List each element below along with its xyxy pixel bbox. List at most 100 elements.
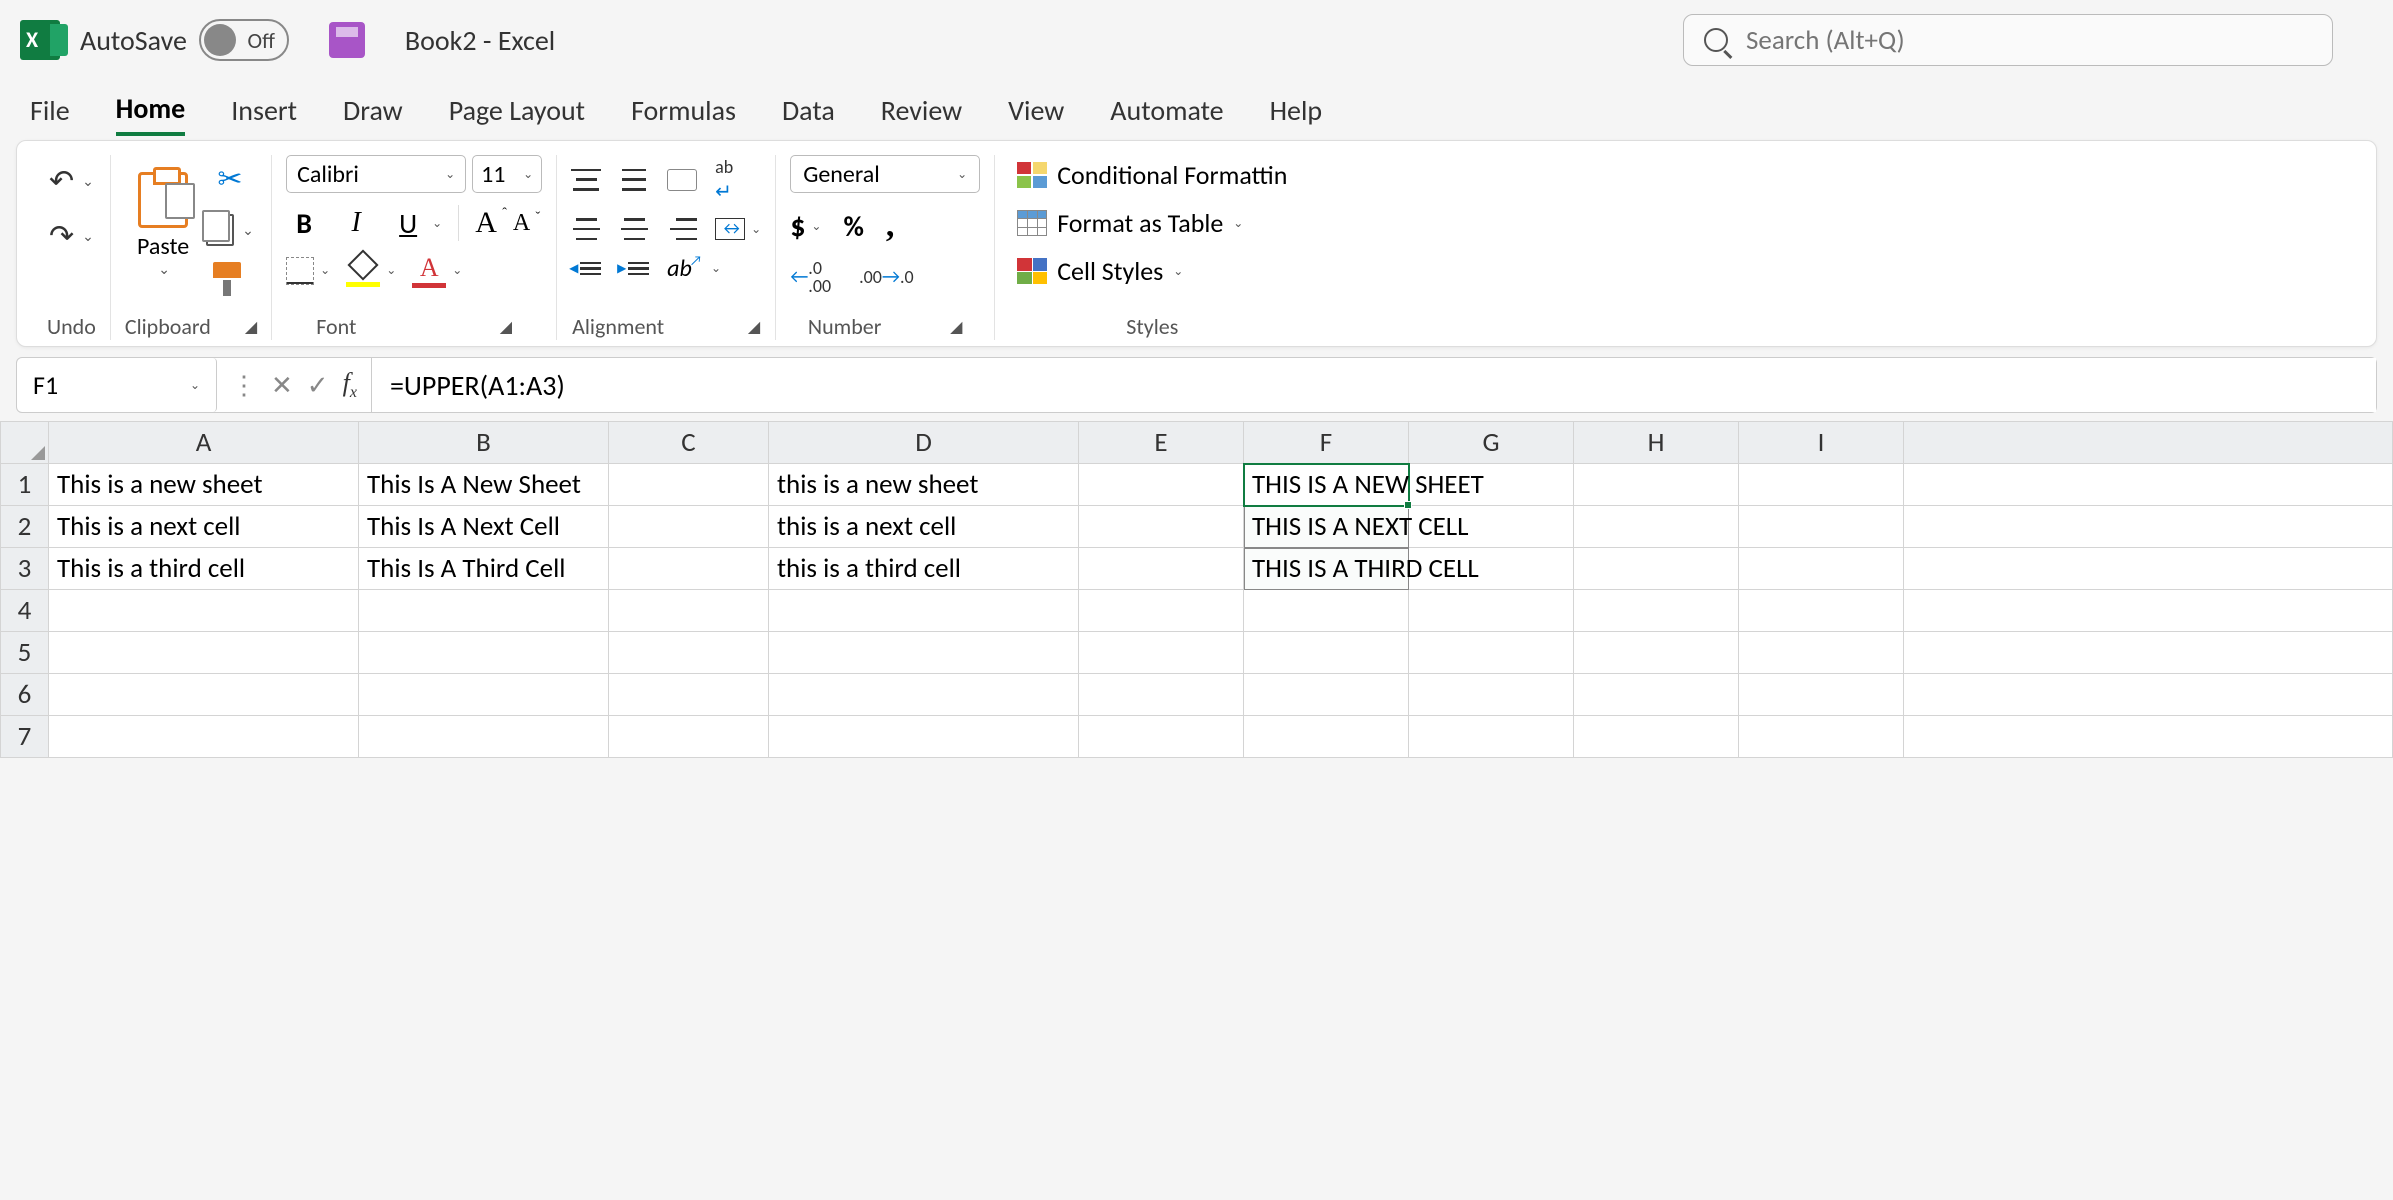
col-header-E[interactable]: E	[1079, 422, 1244, 464]
cell-I4[interactable]	[1739, 590, 1904, 632]
cell-B6[interactable]	[359, 674, 609, 716]
cell-G5[interactable]	[1409, 632, 1574, 674]
cell-rest[interactable]	[1904, 548, 2393, 590]
tab-draw[interactable]: Draw	[343, 87, 403, 134]
tab-data[interactable]: Data	[782, 87, 835, 134]
cell-H2[interactable]	[1574, 506, 1739, 548]
tab-formulas[interactable]: Formulas	[631, 87, 736, 134]
tab-automate[interactable]: Automate	[1110, 87, 1223, 134]
search-box[interactable]	[1683, 14, 2333, 66]
bold-button[interactable]: B	[286, 206, 322, 241]
tab-view[interactable]: View	[1008, 87, 1064, 134]
cell-A1[interactable]: This is a new sheet	[49, 464, 359, 506]
cell-D6[interactable]	[769, 674, 1079, 716]
dialog-launcher-icon[interactable]: ◢	[245, 317, 257, 337]
cell-I6[interactable]	[1739, 674, 1904, 716]
cell-H1[interactable]	[1574, 464, 1739, 506]
tab-review[interactable]: Review	[881, 87, 962, 134]
cell-D2[interactable]: this is a next cell	[769, 506, 1079, 548]
align-center-button[interactable]	[619, 218, 649, 240]
accounting-format-button[interactable]: $⌄	[790, 208, 821, 245]
font-name-select[interactable]: Calibri⌄	[286, 155, 466, 193]
cell-rest[interactable]	[1904, 464, 2393, 506]
cell-A5[interactable]	[49, 632, 359, 674]
cell-F7[interactable]	[1244, 716, 1409, 758]
col-header-I[interactable]: I	[1739, 422, 1904, 464]
cell-A7[interactable]	[49, 716, 359, 758]
cell-E3[interactable]	[1079, 548, 1244, 590]
cell-C3[interactable]	[609, 548, 769, 590]
increase-indent-button[interactable]	[619, 258, 649, 280]
undo-button[interactable]: ↶⌄	[49, 163, 94, 200]
align-top-button[interactable]	[571, 169, 601, 191]
cell-F3[interactable]: THIS IS A THIRD CELL	[1244, 548, 1409, 590]
cell-B7[interactable]	[359, 716, 609, 758]
cancel-icon[interactable]: ✕	[271, 369, 293, 401]
cell-I7[interactable]	[1739, 716, 1904, 758]
cell-D4[interactable]	[769, 590, 1079, 632]
cell-rest[interactable]	[1904, 632, 2393, 674]
col-header-G[interactable]: G	[1409, 422, 1574, 464]
cell-H7[interactable]	[1574, 716, 1739, 758]
cell-C4[interactable]	[609, 590, 769, 632]
cell-C2[interactable]	[609, 506, 769, 548]
tab-insert[interactable]: Insert	[231, 87, 297, 134]
decrease-font-button[interactable]: Aˇ	[513, 210, 530, 237]
cell-C5[interactable]	[609, 632, 769, 674]
cell-D5[interactable]	[769, 632, 1079, 674]
row-header[interactable]: 5	[1, 632, 49, 674]
cut-button[interactable]: ✂	[217, 161, 242, 198]
align-left-button[interactable]	[571, 218, 601, 240]
cell-E7[interactable]	[1079, 716, 1244, 758]
cell-B1[interactable]: This Is A New Sheet	[359, 464, 609, 506]
align-middle-button[interactable]	[619, 169, 649, 191]
italic-button[interactable]: I	[338, 207, 374, 239]
formula-input[interactable]	[372, 358, 2376, 412]
format-painter-button[interactable]	[213, 262, 247, 290]
cell-E1[interactable]	[1079, 464, 1244, 506]
fill-handle[interactable]	[1404, 501, 1412, 509]
dialog-launcher-icon[interactable]: ◢	[748, 317, 760, 337]
borders-button[interactable]: ⌄	[286, 257, 330, 285]
row-header[interactable]: 3	[1, 548, 49, 590]
cell-F6[interactable]	[1244, 674, 1409, 716]
conditional-formatting-button[interactable]: Conditional Formattin	[1009, 155, 1295, 195]
cell-C6[interactable]	[609, 674, 769, 716]
cell-E4[interactable]	[1079, 590, 1244, 632]
cell-I5[interactable]	[1739, 632, 1904, 674]
cell-B4[interactable]	[359, 590, 609, 632]
cell-A4[interactable]	[49, 590, 359, 632]
decrease-decimal-button[interactable]: .00→.0	[859, 267, 914, 287]
cell-F5[interactable]	[1244, 632, 1409, 674]
col-header-A[interactable]: A	[49, 422, 359, 464]
col-header-rest[interactable]	[1904, 422, 2393, 464]
col-header-D[interactable]: D	[769, 422, 1079, 464]
col-header-H[interactable]: H	[1574, 422, 1739, 464]
cell-H3[interactable]	[1574, 548, 1739, 590]
cell-rest[interactable]	[1904, 716, 2393, 758]
cell-E6[interactable]	[1079, 674, 1244, 716]
cell-B2[interactable]: This Is A Next Cell	[359, 506, 609, 548]
col-header-C[interactable]: C	[609, 422, 769, 464]
cell-rest[interactable]	[1904, 674, 2393, 716]
cell-D3[interactable]: this is a third cell	[769, 548, 1079, 590]
wrap-text-button[interactable]: ab↵	[715, 155, 733, 204]
cell-D1[interactable]: this is a new sheet	[769, 464, 1079, 506]
search-input[interactable]	[1746, 24, 2312, 57]
enter-icon[interactable]: ✓	[307, 369, 329, 401]
cell-I3[interactable]	[1739, 548, 1904, 590]
cell-G7[interactable]	[1409, 716, 1574, 758]
cell-rest[interactable]	[1904, 506, 2393, 548]
cell-D7[interactable]	[769, 716, 1079, 758]
cell-F1[interactable]: THIS IS A NEW SHEET	[1244, 464, 1409, 506]
increase-decimal-button[interactable]: ←.0.00	[790, 259, 831, 295]
row-header[interactable]: 6	[1, 674, 49, 716]
cell-B3[interactable]: This Is A Third Cell	[359, 548, 609, 590]
more-icon[interactable]: ⋮	[231, 369, 257, 401]
row-header[interactable]: 2	[1, 506, 49, 548]
cell-H5[interactable]	[1574, 632, 1739, 674]
underline-button[interactable]: U⌄	[390, 206, 442, 241]
merge-center-button[interactable]: ⌄	[715, 218, 761, 240]
cell-A2[interactable]: This is a next cell	[49, 506, 359, 548]
format-as-table-button[interactable]: Format as Table ⌄	[1009, 203, 1251, 243]
